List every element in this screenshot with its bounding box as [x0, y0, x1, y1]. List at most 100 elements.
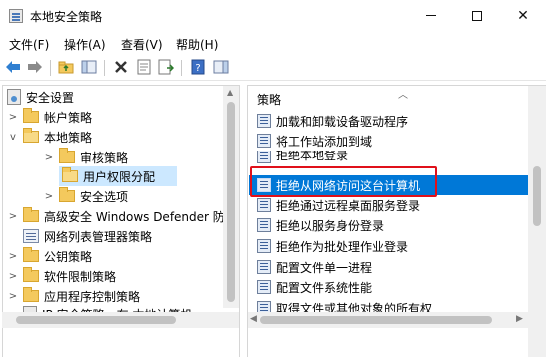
folder-icon	[59, 187, 75, 202]
menu-action[interactable]: 操作(A)	[64, 36, 106, 53]
column-header-policy[interactable]: 策略	[257, 91, 281, 108]
list-horizontal-scrollbar[interactable]: ◀ ▶	[248, 312, 528, 328]
forward-arrow-icon	[28, 61, 42, 73]
tree-item-label: 帐户策略	[44, 110, 93, 125]
policy-icon	[257, 198, 271, 212]
properties-button[interactable]	[135, 58, 153, 76]
folder-icon	[23, 267, 39, 282]
close-icon: ✕	[517, 7, 529, 24]
delete-x-icon	[115, 61, 127, 73]
export-list-icon	[158, 59, 174, 75]
tree-item-network-list[interactable]: 网络列表管理器策略	[23, 226, 152, 246]
tree-item-local-policies[interactable]: v 本地策略	[7, 127, 92, 147]
security-settings-icon	[7, 89, 21, 105]
policy-row-selected[interactable]: 拒绝从网络访问这台计算机	[249, 175, 530, 195]
tree-item-label: 网络列表管理器策略	[44, 229, 153, 244]
scrollbar-thumb[interactable]	[533, 166, 541, 226]
tree-item-software-restriction[interactable]: > 软件限制策略	[7, 266, 116, 286]
menu-help[interactable]: 帮助(H)	[176, 36, 218, 53]
policy-label: 拒绝本地登录	[276, 151, 349, 162]
folder-open-icon	[62, 167, 78, 182]
toolbar-separator	[50, 60, 51, 76]
tree-item-label: 软件限制策略	[44, 269, 117, 284]
chevron-right-icon[interactable]: >	[43, 152, 55, 163]
properties-page-icon	[137, 59, 151, 75]
scroll-up-icon[interactable]: ▲	[227, 88, 233, 97]
policy-row[interactable]: 加载和卸载设备驱动程序	[249, 111, 530, 131]
policy-icon	[257, 280, 271, 294]
folder-up-icon	[58, 61, 74, 74]
tree-item-label: 本地策略	[44, 130, 93, 145]
app-icon	[9, 9, 23, 23]
delete-button[interactable]	[112, 58, 130, 76]
menu-file[interactable]: 文件(F)	[9, 36, 49, 53]
policy-icon	[257, 178, 271, 192]
policy-icon	[257, 151, 271, 163]
tree-item-advanced-firewall[interactable]: > 高级安全 Windows Defender 防	[7, 206, 225, 226]
scrollbar-thumb[interactable]	[16, 316, 176, 324]
toolbar-separator	[104, 60, 105, 76]
chevron-right-icon[interactable]: >	[7, 112, 19, 123]
tree-item-account-policies[interactable]: > 帐户策略	[7, 107, 92, 127]
policy-icon	[257, 134, 271, 148]
folder-icon	[23, 287, 39, 302]
policy-row[interactable]: 配置文件单一进程	[249, 257, 530, 277]
menu-view[interactable]: 查看(V)	[121, 36, 163, 53]
title-bar: 本地安全策略 ✕	[0, 0, 546, 31]
help-button[interactable]: ?	[189, 58, 207, 76]
show-hide-tree-button[interactable]	[80, 58, 98, 76]
tree-item-label: 用户权限分配	[83, 169, 156, 184]
tree-vertical-scrollbar[interactable]: ▲	[223, 86, 239, 308]
policy-row[interactable]: 配置文件系统性能	[249, 277, 530, 297]
policy-icon	[257, 239, 271, 253]
tree-item-public-key[interactable]: > 公钥策略	[7, 246, 92, 266]
maximize-button[interactable]	[454, 0, 500, 31]
action-pane-icon	[213, 60, 229, 74]
policy-row[interactable]: 拒绝以服务身份登录	[249, 215, 530, 235]
chevron-right-icon[interactable]: >	[7, 291, 19, 302]
tree-item-user-rights-assignment[interactable]: 用户权限分配	[59, 166, 177, 186]
policy-row[interactable]: 拒绝本地登录	[249, 151, 530, 163]
list-vertical-scrollbar[interactable]	[528, 86, 546, 357]
chevron-right-icon[interactable]: >	[7, 271, 19, 282]
tree-item-audit-policy[interactable]: > 审核策略	[43, 147, 128, 167]
forward-button[interactable]	[26, 58, 44, 76]
tree-item-label: 安全设置	[26, 90, 75, 105]
policy-label: 拒绝通过远程桌面服务登录	[276, 198, 421, 213]
tree-item-app-control[interactable]: > 应用程序控制策略	[7, 286, 140, 306]
scroll-left-icon[interactable]: ◀	[250, 314, 257, 324]
scrollbar-thumb[interactable]	[227, 102, 235, 302]
minimize-button[interactable]	[408, 0, 454, 31]
toolbar-separator	[181, 60, 182, 76]
chevron-right-icon[interactable]: >	[43, 191, 55, 202]
folder-icon	[59, 148, 75, 163]
tree-horizontal-scrollbar[interactable]	[2, 312, 239, 328]
tree-item-security-options[interactable]: > 安全选项	[43, 186, 128, 206]
policy-icon	[257, 218, 271, 232]
show-action-pane-button[interactable]	[212, 58, 230, 76]
back-arrow-icon	[6, 61, 20, 73]
folder-open-icon	[23, 128, 39, 143]
chevron-right-icon[interactable]: >	[7, 251, 19, 262]
scrollbar-thumb[interactable]	[260, 316, 492, 324]
chevron-right-icon[interactable]: >	[7, 211, 19, 222]
policy-label: 拒绝作为批处理作业登录	[276, 239, 409, 254]
policy-row[interactable]: 将工作站添加到域	[249, 131, 530, 151]
window-title: 本地安全策略	[30, 10, 103, 24]
policy-label: 拒绝以服务身份登录	[276, 218, 385, 233]
tree-item-label: 安全选项	[80, 189, 129, 204]
back-button[interactable]	[4, 58, 22, 76]
maximize-icon	[472, 10, 482, 21]
tree-item-root[interactable]: 安全设置	[7, 87, 74, 107]
sort-ascending-icon: ︿	[398, 90, 408, 101]
policy-row[interactable]: 拒绝通过远程桌面服务登录	[249, 195, 530, 215]
folder-icon	[23, 247, 39, 262]
policy-row[interactable]: 拒绝作为批处理作业登录	[249, 236, 530, 256]
chevron-down-icon[interactable]: v	[7, 132, 19, 143]
up-level-button[interactable]	[57, 58, 75, 76]
tree-item-label: 应用程序控制策略	[44, 289, 141, 304]
policy-icon	[257, 114, 271, 128]
close-button[interactable]: ✕	[500, 0, 546, 31]
scroll-right-icon[interactable]: ▶	[516, 314, 523, 324]
export-list-button[interactable]	[157, 58, 175, 76]
